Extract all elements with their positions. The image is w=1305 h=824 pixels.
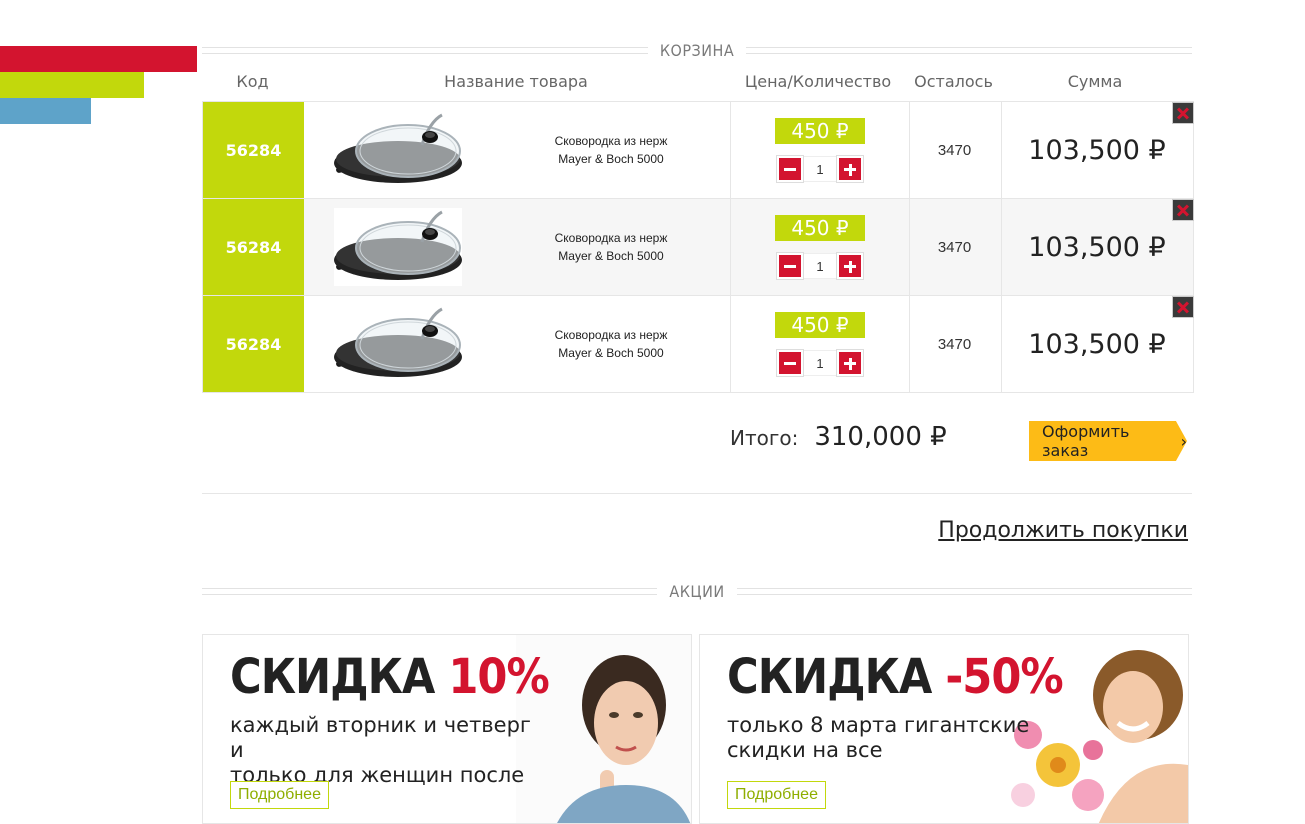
- decrease-qty-button[interactable]: [777, 253, 803, 279]
- frying-pan-image: [334, 307, 462, 377]
- row-sum: 103,500 ₽: [1001, 296, 1192, 392]
- promo-discount: -50%: [945, 649, 1063, 705]
- price-qty-cell: 450 ₽ 1: [730, 102, 910, 198]
- remove-item-button[interactable]: [1172, 102, 1194, 124]
- decrease-qty-button[interactable]: [777, 156, 803, 182]
- promo-description-line1: только 8 марта гигантские: [727, 713, 1030, 737]
- quantity-stepper: 1: [777, 253, 863, 279]
- plus-icon-vertical: [848, 163, 852, 176]
- plus-icon-vertical: [848, 357, 852, 370]
- minus-icon: [784, 168, 796, 171]
- plus-icon-vertical: [848, 260, 852, 273]
- product-code: 56284: [203, 296, 304, 392]
- product-name-line1: Сковородка из нерж: [554, 328, 668, 342]
- divider: [202, 493, 1192, 494]
- product-name-line2: Mayer & Boch 5000: [558, 152, 664, 166]
- brand-stripe-red: [0, 46, 197, 72]
- price-badge: 450 ₽: [775, 312, 865, 338]
- chevron-right-icon: ›: [1180, 431, 1187, 451]
- stock-left: 3470: [937, 335, 972, 353]
- row-sum: 103,500 ₽: [1001, 102, 1192, 198]
- product-name-line1: Сковородка из нерж: [554, 134, 668, 148]
- promo-headline-text: СКИДКА: [727, 649, 932, 705]
- quantity-value[interactable]: 1: [803, 253, 837, 279]
- quantity-stepper: 1: [777, 350, 863, 376]
- row-sum: 103,500 ₽: [1001, 199, 1192, 295]
- product-image[interactable]: [304, 199, 492, 295]
- cart-title: КОРЗИНА: [659, 40, 735, 60]
- product-name[interactable]: Сковородка из нерж Mayer & Boch 5000: [492, 102, 730, 198]
- increase-qty-button[interactable]: [837, 156, 863, 182]
- promos-section-title: АКЦИИ: [202, 581, 1192, 601]
- checkout-button[interactable]: Оформить заказ ›: [1029, 421, 1187, 461]
- promo-description-line1: каждый вторник и четверг и: [230, 713, 531, 762]
- promo-headline-text: СКИДКА: [230, 649, 435, 705]
- cart-section-title: КОРЗИНА: [202, 40, 1193, 60]
- price-qty-cell: 450 ₽ 1: [730, 199, 910, 295]
- product-name[interactable]: Сковородка из нерж Mayer & Boch 5000: [492, 296, 730, 392]
- product-name[interactable]: Сковородка из нерж Mayer & Boch 5000: [492, 199, 730, 295]
- price-qty-cell: 450 ₽ 1: [730, 296, 910, 392]
- promo-more-button[interactable]: Подробнее: [727, 781, 826, 809]
- table-row: 56284 Сковородка из нерж Mayer & Boch 500…: [203, 296, 1194, 393]
- quantity-value[interactable]: 1: [803, 350, 837, 376]
- remove-item-button[interactable]: [1172, 199, 1194, 221]
- stock-left: 3470: [937, 141, 972, 159]
- product-image[interactable]: [304, 296, 492, 392]
- remove-item-button[interactable]: [1172, 296, 1194, 318]
- stock-left: 3470: [937, 238, 972, 256]
- minus-icon: [784, 265, 796, 268]
- header-sum: Сумма: [1067, 72, 1123, 91]
- minus-icon: [784, 362, 796, 365]
- product-name-line2: Mayer & Boch 5000: [558, 346, 664, 360]
- promo-headline: СКИДКА 10%: [230, 649, 550, 705]
- header-name: Название товара: [444, 72, 588, 91]
- header-left: Осталось: [914, 72, 993, 91]
- product-name-line2: Mayer & Boch 5000: [558, 249, 664, 263]
- total-value: 310,000 ₽: [814, 422, 947, 452]
- product-name-line1: Сковородка из нерж: [554, 231, 668, 245]
- frying-pan-image: [334, 113, 462, 183]
- increase-qty-button[interactable]: [837, 253, 863, 279]
- promos-title: АКЦИИ: [669, 581, 725, 601]
- promo-description: только 8 марта гигантские скидки на все: [727, 713, 1037, 763]
- frying-pan-image: [334, 210, 462, 280]
- total-label: Итого:: [730, 426, 799, 450]
- continue-shopping-link[interactable]: Продолжить покупки: [938, 518, 1188, 543]
- brand-stripe-blue: [0, 98, 91, 124]
- product-code: 56284: [203, 102, 304, 198]
- cart-total: Итого: 310,000 ₽: [730, 422, 947, 452]
- product-image[interactable]: [304, 102, 492, 198]
- table-row: 56284 Сковородка из нерж Mayer & Boch 500…: [203, 102, 1194, 199]
- promo-description-line2: скидки на все: [727, 738, 883, 762]
- promo-more-button[interactable]: Подробнее: [230, 781, 329, 809]
- promo-headline: СКИДКА -50%: [727, 649, 1064, 705]
- decrease-qty-button[interactable]: [777, 350, 803, 376]
- cart-table-header: Код Название товара Цена/Количество Оста…: [202, 72, 1192, 92]
- price-badge: 450 ₽: [775, 215, 865, 241]
- promo-discount: 10%: [448, 649, 549, 705]
- product-code: 56284: [203, 199, 304, 295]
- promo-card[interactable]: СКИДКА -50% только 8 марта гигантские ск…: [699, 634, 1189, 824]
- cart-table: 56284 Сковородка из нерж Mayer & Boch 500…: [202, 101, 1194, 393]
- table-row: 56284 Сковородка из нерж Mayer & Boch 500…: [203, 199, 1194, 296]
- checkout-label: Оформить заказ: [1042, 422, 1130, 460]
- header-code: Код: [236, 72, 269, 91]
- header-price-qty: Цена/Количество: [744, 72, 892, 91]
- brand-stripe-green: [0, 72, 144, 98]
- price-badge: 450 ₽: [775, 118, 865, 144]
- quantity-stepper: 1: [777, 156, 863, 182]
- quantity-value[interactable]: 1: [803, 156, 837, 182]
- promo-card[interactable]: СКИДКА 10% каждый вторник и четверг и то…: [202, 634, 692, 824]
- increase-qty-button[interactable]: [837, 350, 863, 376]
